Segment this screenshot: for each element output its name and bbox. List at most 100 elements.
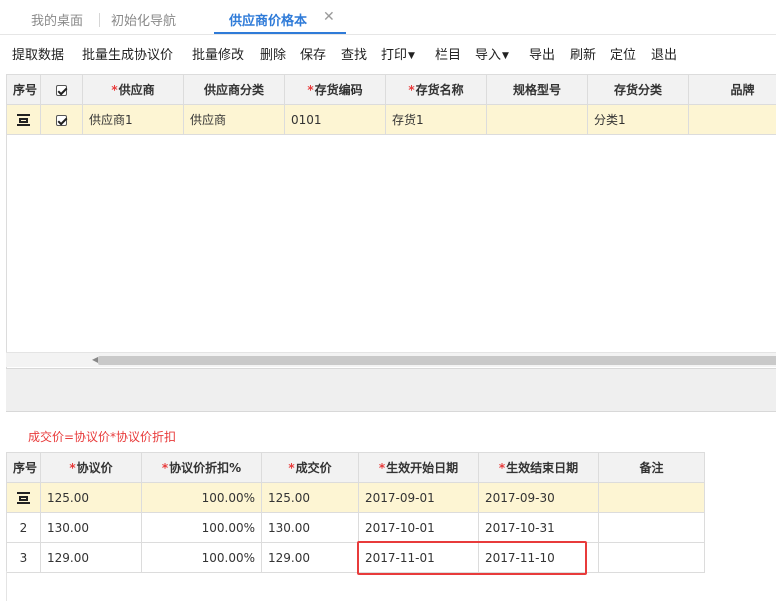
highlight-box <box>357 541 587 575</box>
formula-note: 成交价=协议价*协议价折扣 <box>28 430 177 444</box>
col-seq: 序号 <box>6 74 41 105</box>
delete-button[interactable]: 删除 <box>260 44 286 63</box>
table-row[interactable]: 3 129.00 100.00% 129.00 2017-11-01 2017-… <box>6 542 705 573</box>
exit-button[interactable]: 退出 <box>651 44 677 63</box>
col-seq: 序号 <box>6 452 41 483</box>
col-spec[interactable]: 规格型号 <box>486 74 588 105</box>
cell-discount[interactable]: 100.00% <box>141 482 262 513</box>
required-mark: * <box>307 83 314 97</box>
lower-grid-empty-area <box>6 571 776 601</box>
close-icon[interactable]: ✕ <box>323 9 335 25</box>
cell-seq: 3 <box>6 542 41 573</box>
required-mark: * <box>378 461 386 475</box>
col-item-code-label: 存货编码 <box>314 83 363 97</box>
row-checkbox[interactable] <box>56 114 67 126</box>
lower-grid: 序号 *协议价 *协议价折扣% *成交价 *生效开始日期 *生效结束日期 备注 … <box>6 452 705 573</box>
col-agreed-price[interactable]: *协议价 <box>40 452 142 483</box>
table-row[interactable]: 125.00 100.00% 125.00 2017-09-01 2017-09… <box>6 482 705 513</box>
cell-deal-price[interactable]: 125.00 <box>261 482 359 513</box>
import-label: 导入 <box>475 48 502 63</box>
required-mark: * <box>498 461 506 475</box>
splitter-panel <box>6 368 776 412</box>
table-row[interactable]: 2 130.00 100.00% 130.00 2017-10-01 2017-… <box>6 512 705 543</box>
col-end-date[interactable]: *生效结束日期 <box>478 452 599 483</box>
col-supplier[interactable]: *供应商 <box>82 74 184 105</box>
chevron-down-icon: ▼ <box>502 51 509 61</box>
cell-item-name[interactable]: 存货1 <box>385 104 487 135</box>
cell-seq: 2 <box>6 512 41 543</box>
select-all-checkbox[interactable] <box>56 84 67 96</box>
print-label: 打印 <box>381 48 408 63</box>
cell-agreed-price[interactable]: 125.00 <box>40 482 142 513</box>
cell-discount[interactable]: 100.00% <box>141 542 262 573</box>
col-end-date-label: 生效结束日期 <box>506 461 579 475</box>
cell-note[interactable] <box>598 482 705 513</box>
scrollbar-thumb[interactable] <box>98 356 776 365</box>
cell-item-code[interactable]: 0101 <box>284 104 386 135</box>
col-supplier-class[interactable]: 供应商分类 <box>183 74 285 105</box>
cell-deal-price[interactable]: 129.00 <box>261 542 359 573</box>
batch-modify-button[interactable]: 批量修改 <box>192 44 244 63</box>
save-button[interactable]: 保存 <box>300 44 326 63</box>
tab-my-desktop[interactable]: 我的桌面 <box>31 10 83 29</box>
col-deal-price[interactable]: *成交价 <box>261 452 359 483</box>
cell-start-date[interactable]: 2017-09-01 <box>358 482 479 513</box>
upper-grid-header: 序号 *供应商 供应商分类 *存货编码 *存货名称 规格型号 存货分类 品牌 <box>6 74 776 105</box>
cell-end-date[interactable]: 2017-10-31 <box>478 512 599 543</box>
cell-supplier-class[interactable]: 供应商 <box>183 104 285 135</box>
cell-agreed-price[interactable]: 129.00 <box>40 542 142 573</box>
lower-grid-header: 序号 *协议价 *协议价折扣% *成交价 *生效开始日期 *生效结束日期 备注 <box>6 452 705 483</box>
batch-generate-agreed-price-button[interactable]: 批量生成协议价 <box>82 44 173 63</box>
tab-supplier-price-book[interactable]: 供应商价格本 <box>229 10 307 29</box>
locate-button[interactable]: 定位 <box>610 44 636 63</box>
required-mark: * <box>111 83 118 97</box>
row-edit-icon[interactable] <box>17 492 30 504</box>
export-button[interactable]: 导出 <box>529 44 555 63</box>
extract-data-button[interactable]: 提取数据 <box>12 44 64 63</box>
horizontal-scrollbar[interactable]: ◀ <box>6 352 776 367</box>
find-button[interactable]: 查找 <box>341 44 367 63</box>
tab-bar: 我的桌面 初始化导航 供应商价格本 ✕ <box>0 0 776 34</box>
cell-brand[interactable] <box>688 104 776 135</box>
row-edit-icon[interactable] <box>17 114 30 126</box>
print-button[interactable]: 打印▼ <box>381 44 415 63</box>
table-row[interactable]: 供应商1 供应商 0101 存货1 分类1 <box>6 104 776 135</box>
cell-spec[interactable] <box>486 104 588 135</box>
required-mark: * <box>408 83 415 97</box>
row-edit-cell[interactable] <box>6 104 41 135</box>
row-edit-cell[interactable] <box>6 482 41 513</box>
col-deal-price-label: 成交价 <box>295 461 332 475</box>
col-brand[interactable]: 品牌 <box>688 74 776 105</box>
tab-init-navigation[interactable]: 初始化导航 <box>111 10 176 29</box>
col-discount-label: 协议价折扣% <box>169 461 242 475</box>
cell-discount[interactable]: 100.00% <box>141 512 262 543</box>
col-start-date-label: 生效开始日期 <box>386 461 459 475</box>
chevron-down-icon: ▼ <box>408 51 415 61</box>
required-mark: * <box>288 461 295 475</box>
col-supplier-label: 供应商 <box>118 83 155 97</box>
refresh-button[interactable]: 刷新 <box>570 44 596 63</box>
col-item-name[interactable]: *存货名称 <box>385 74 487 105</box>
col-item-class[interactable]: 存货分类 <box>587 74 689 105</box>
col-start-date[interactable]: *生效开始日期 <box>358 452 479 483</box>
cell-deal-price[interactable]: 130.00 <box>261 512 359 543</box>
import-button[interactable]: 导入▼ <box>475 44 509 63</box>
columns-button[interactable]: 栏目 <box>435 44 461 63</box>
col-discount[interactable]: *协议价折扣% <box>141 452 262 483</box>
cell-supplier[interactable]: 供应商1 <box>82 104 184 135</box>
cell-end-date[interactable]: 2017-09-30 <box>478 482 599 513</box>
required-mark: * <box>69 461 76 475</box>
cell-agreed-price[interactable]: 130.00 <box>40 512 142 543</box>
col-note[interactable]: 备注 <box>598 452 705 483</box>
cell-note[interactable] <box>598 512 705 543</box>
row-checkbox-cell[interactable] <box>40 104 83 135</box>
upper-grid: 序号 *供应商 供应商分类 *存货编码 *存货名称 规格型号 存货分类 品牌 供… <box>6 74 776 135</box>
cell-item-class[interactable]: 分类1 <box>587 104 689 135</box>
cell-note[interactable] <box>598 542 705 573</box>
required-mark: * <box>161 461 169 475</box>
cell-start-date[interactable]: 2017-10-01 <box>358 512 479 543</box>
tab-separator <box>99 13 100 27</box>
col-agreed-price-label: 协议价 <box>76 461 113 475</box>
col-item-code[interactable]: *存货编码 <box>284 74 386 105</box>
col-select-all[interactable] <box>40 74 83 105</box>
